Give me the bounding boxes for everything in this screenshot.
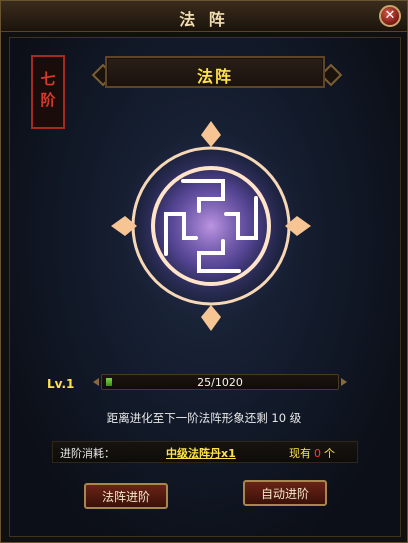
formation-title: 法阵 xyxy=(196,67,233,86)
owned-prefix: 现有 xyxy=(289,447,311,460)
progress-text: 25/1020 xyxy=(197,376,243,389)
close-button[interactable]: ✕ xyxy=(379,5,401,27)
progress-arrow-right-icon xyxy=(341,378,347,386)
owned-suffix: 个 xyxy=(324,447,335,460)
formation-title-plaque: 法阵 xyxy=(105,56,325,88)
owned-count: 现有 0 个 xyxy=(289,445,335,461)
level-label: Lv.1 xyxy=(47,377,75,391)
advance-button[interactable]: 法阵进阶 xyxy=(84,483,168,509)
advance-cost-row: 进阶消耗： 中级法阵丹x1 现有 0 个 xyxy=(52,441,358,463)
level-progress-bar: 25/1020 xyxy=(101,374,339,390)
auto-advance-button[interactable]: 自动进阶 xyxy=(243,480,327,506)
formation-emblem xyxy=(111,121,311,331)
owned-number: 0 xyxy=(314,447,321,460)
formation-window: 法 阵 ✕ 七阶 法阵 Lv.1 25/1020 距离进化至下一阶法阵形象还剩 … xyxy=(0,0,408,543)
cost-item-link[interactable]: 中级法阵丹x1 xyxy=(166,445,236,461)
evolve-hint: 距离进化至下一阶法阵形象还剩 10 级 xyxy=(106,411,302,425)
cost-label: 进阶消耗： xyxy=(60,447,115,460)
stage-badge: 七阶 xyxy=(31,55,65,129)
title-bar: 法 阵 ✕ xyxy=(1,1,407,32)
progress-arrow-left-icon xyxy=(93,378,99,386)
window-title: 法 阵 xyxy=(179,10,229,29)
